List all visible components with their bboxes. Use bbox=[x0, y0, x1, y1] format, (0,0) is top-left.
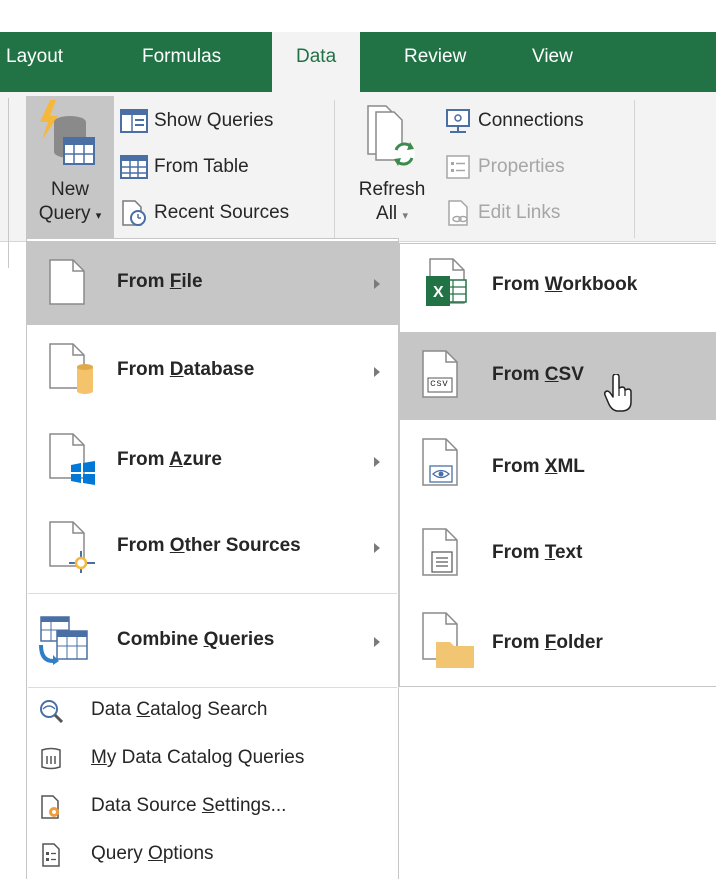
submenu-item-label: From Folder bbox=[492, 632, 603, 653]
submenu-item-from-text[interactable]: From Text bbox=[400, 514, 716, 598]
properties-button[interactable]: Properties bbox=[444, 154, 565, 180]
data-source-settings-icon bbox=[41, 795, 59, 819]
excel-workbook-icon bbox=[426, 258, 467, 306]
from-file-submenu: X From Workbook csv From CSV From XML Fr… bbox=[399, 243, 716, 687]
show-queries-label: Show Queries bbox=[154, 110, 274, 131]
menu-item-my-data-catalog-queries[interactable]: My Data Catalog Queries bbox=[27, 737, 398, 781]
new-query-button[interactable]: New Query ▾ bbox=[26, 96, 114, 240]
menu-item-data-source-settings[interactable]: Data Source Settings... bbox=[27, 785, 398, 829]
from-table-button[interactable]: From Table bbox=[120, 154, 249, 180]
menu-item-label: From Azure bbox=[117, 449, 222, 470]
catalog-queries-icon bbox=[41, 747, 61, 770]
connections-label: Connections bbox=[478, 110, 584, 131]
new-query-menu: From File From Database From Azure From … bbox=[26, 238, 399, 879]
menu-item-label: From Database bbox=[117, 359, 255, 380]
menu-item-label: From Other Sources bbox=[117, 535, 301, 556]
tab-data[interactable]: Data bbox=[272, 32, 361, 94]
refresh-all-button[interactable]: Refresh All ▾ bbox=[350, 100, 434, 240]
file-icon bbox=[49, 259, 85, 305]
hand-cursor-icon bbox=[604, 374, 632, 412]
menu-item-label: Data Catalog Search bbox=[91, 699, 268, 720]
submenu-item-from-workbook[interactable]: X From Workbook bbox=[400, 244, 716, 330]
refresh-all-label-1: Refresh bbox=[358, 179, 426, 200]
refresh-all-label-2: All bbox=[376, 203, 398, 224]
menu-item-from-other-sources[interactable]: From Other Sources bbox=[27, 507, 398, 591]
edit-links-button[interactable]: Edit Links bbox=[444, 200, 560, 226]
window-top bbox=[0, 0, 716, 32]
tab-layout[interactable]: Layout bbox=[6, 46, 63, 68]
tab-view[interactable]: View bbox=[532, 46, 573, 68]
menu-item-query-options[interactable]: Query Options bbox=[27, 833, 398, 877]
menu-divider bbox=[28, 687, 397, 688]
connections-icon bbox=[446, 109, 470, 133]
submenu-item-label: From Workbook bbox=[492, 274, 638, 295]
edit-links-label: Edit Links bbox=[478, 202, 561, 223]
submenu-item-label: From XML bbox=[492, 456, 585, 477]
submenu-item-label: From Text bbox=[492, 542, 583, 563]
submenu-item-from-folder[interactable]: From Folder bbox=[400, 600, 716, 688]
other-sources-icon bbox=[49, 521, 95, 573]
connections-button[interactable]: Connections bbox=[444, 108, 584, 134]
dropdown-arrow-icon: ▾ bbox=[402, 210, 408, 222]
submenu-arrow-icon bbox=[374, 367, 380, 377]
xml-file-icon bbox=[422, 438, 458, 486]
recent-sources-icon bbox=[122, 200, 146, 226]
dropdown-arrow-icon: ▾ bbox=[95, 210, 102, 222]
catalog-search-icon bbox=[40, 700, 63, 723]
menu-item-combine-queries[interactable]: Combine Queries bbox=[27, 595, 398, 685]
text-file-icon bbox=[422, 528, 458, 576]
new-query-label-2: Query bbox=[38, 203, 91, 224]
menu-item-label: Combine Queries bbox=[117, 629, 275, 650]
csv-badge: csv bbox=[430, 379, 449, 390]
menu-divider bbox=[28, 593, 397, 594]
menu-item-label: Data Source Settings... bbox=[91, 795, 287, 816]
new-query-icon bbox=[40, 100, 95, 165]
menu-item-from-file[interactable]: From File bbox=[27, 241, 398, 325]
submenu-item-from-xml[interactable]: From XML bbox=[400, 422, 716, 512]
submenu-arrow-icon bbox=[374, 279, 380, 289]
menu-item-label: My Data Catalog Queries bbox=[91, 747, 305, 768]
query-options-icon bbox=[42, 843, 60, 867]
recent-sources-button[interactable]: Recent Sources bbox=[120, 200, 289, 226]
ribbon-tab-bar: Layout Formulas Data Review View bbox=[0, 32, 716, 94]
csv-file-icon bbox=[422, 350, 458, 398]
menu-item-from-database[interactable]: From Database bbox=[27, 327, 398, 413]
properties-label: Properties bbox=[478, 156, 565, 177]
new-query-label-1: New bbox=[50, 179, 89, 200]
ribbon-group-separator bbox=[634, 100, 635, 238]
submenu-arrow-icon bbox=[374, 543, 380, 553]
show-queries-icon bbox=[120, 109, 148, 133]
recent-sources-label: Recent Sources bbox=[154, 202, 290, 223]
tab-formulas[interactable]: Formulas bbox=[142, 46, 221, 68]
edit-links-icon bbox=[448, 200, 468, 226]
folder-icon bbox=[422, 612, 474, 668]
excel-badge: X bbox=[433, 284, 444, 301]
from-table-label: From Table bbox=[154, 156, 249, 177]
submenu-arrow-icon bbox=[374, 637, 380, 647]
database-icon bbox=[49, 343, 93, 394]
combine-queries-icon bbox=[39, 616, 88, 665]
ribbon-group-separator bbox=[334, 100, 335, 238]
ribbon-edge bbox=[8, 98, 9, 268]
table-icon bbox=[120, 155, 148, 179]
submenu-arrow-icon bbox=[374, 457, 380, 467]
show-queries-button[interactable]: Show Queries bbox=[120, 108, 273, 134]
menu-item-from-azure[interactable]: From Azure bbox=[27, 415, 398, 505]
refresh-icon bbox=[367, 105, 415, 166]
menu-item-label: From File bbox=[117, 271, 203, 292]
submenu-item-from-csv[interactable]: csv From CSV bbox=[400, 332, 716, 420]
menu-item-data-catalog-search[interactable]: Data Catalog Search bbox=[27, 689, 398, 733]
tab-review[interactable]: Review bbox=[404, 46, 466, 68]
menu-item-label: Query Options bbox=[91, 843, 214, 864]
properties-icon bbox=[446, 155, 470, 179]
submenu-item-label: From CSV bbox=[492, 364, 584, 385]
azure-icon bbox=[49, 433, 95, 485]
